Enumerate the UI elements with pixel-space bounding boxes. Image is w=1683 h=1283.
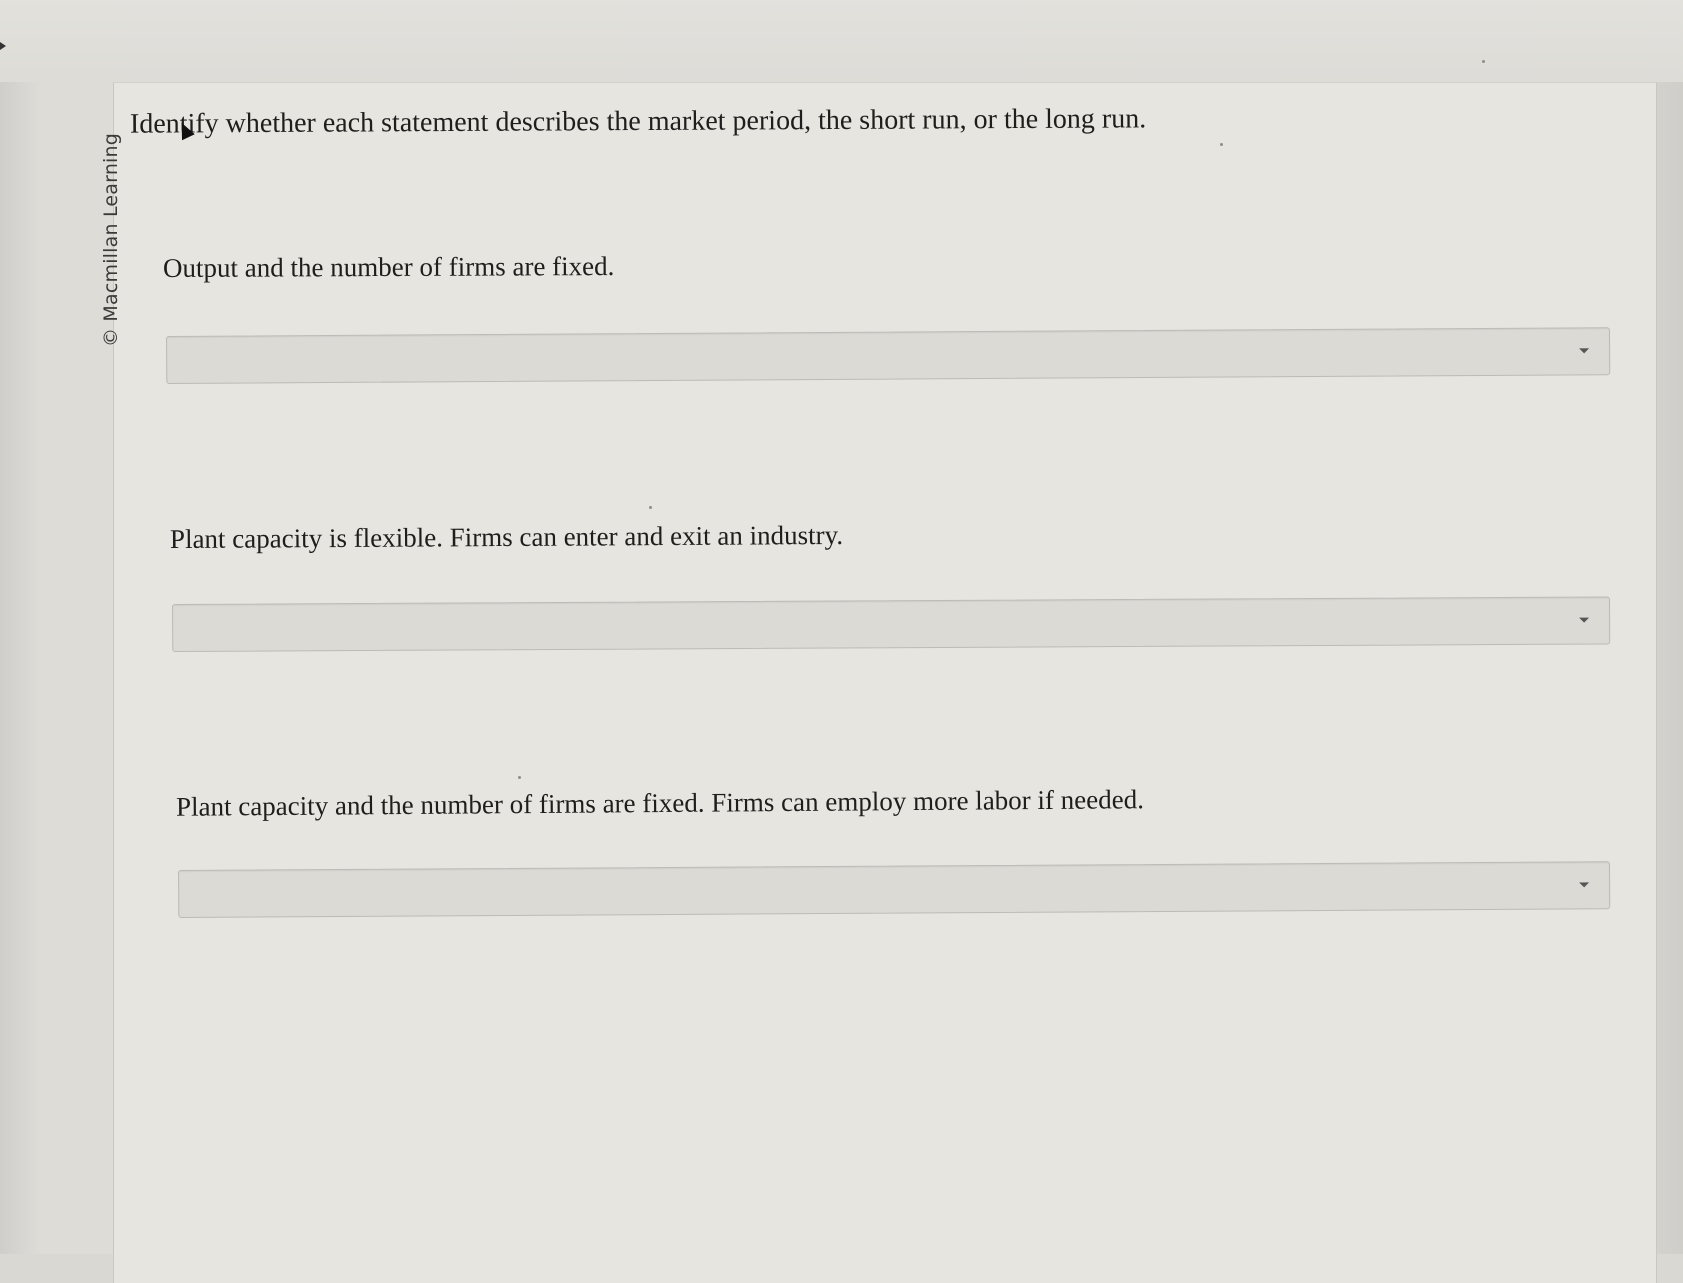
screen-speck: [518, 776, 521, 779]
answer-dropdown-3[interactable]: [178, 861, 1611, 918]
answer-dropdown-1[interactable]: [166, 327, 1611, 384]
question-instructions: Identify whether each statement describe…: [129, 103, 1147, 140]
chevron-down-icon: [1579, 348, 1590, 354]
statement-2: Plant capacity is flexible. Firms can en…: [169, 519, 844, 555]
screen-speck: [1220, 143, 1223, 146]
chevron-down-icon: [1579, 617, 1590, 623]
top-area: [0, 0, 1683, 82]
window-edge-marker: [0, 42, 6, 50]
chevron-down-icon: [1579, 882, 1590, 888]
watermark-text: © Macmillan Learning: [100, 132, 123, 348]
screen-speck: [1482, 60, 1485, 63]
statement-1: Output and the number of firms are fixed…: [162, 251, 615, 283]
screen-speck: [649, 506, 652, 509]
answer-dropdown-2[interactable]: [172, 596, 1611, 652]
copyright-watermark: © Macmillan Learning: [96, 120, 126, 360]
